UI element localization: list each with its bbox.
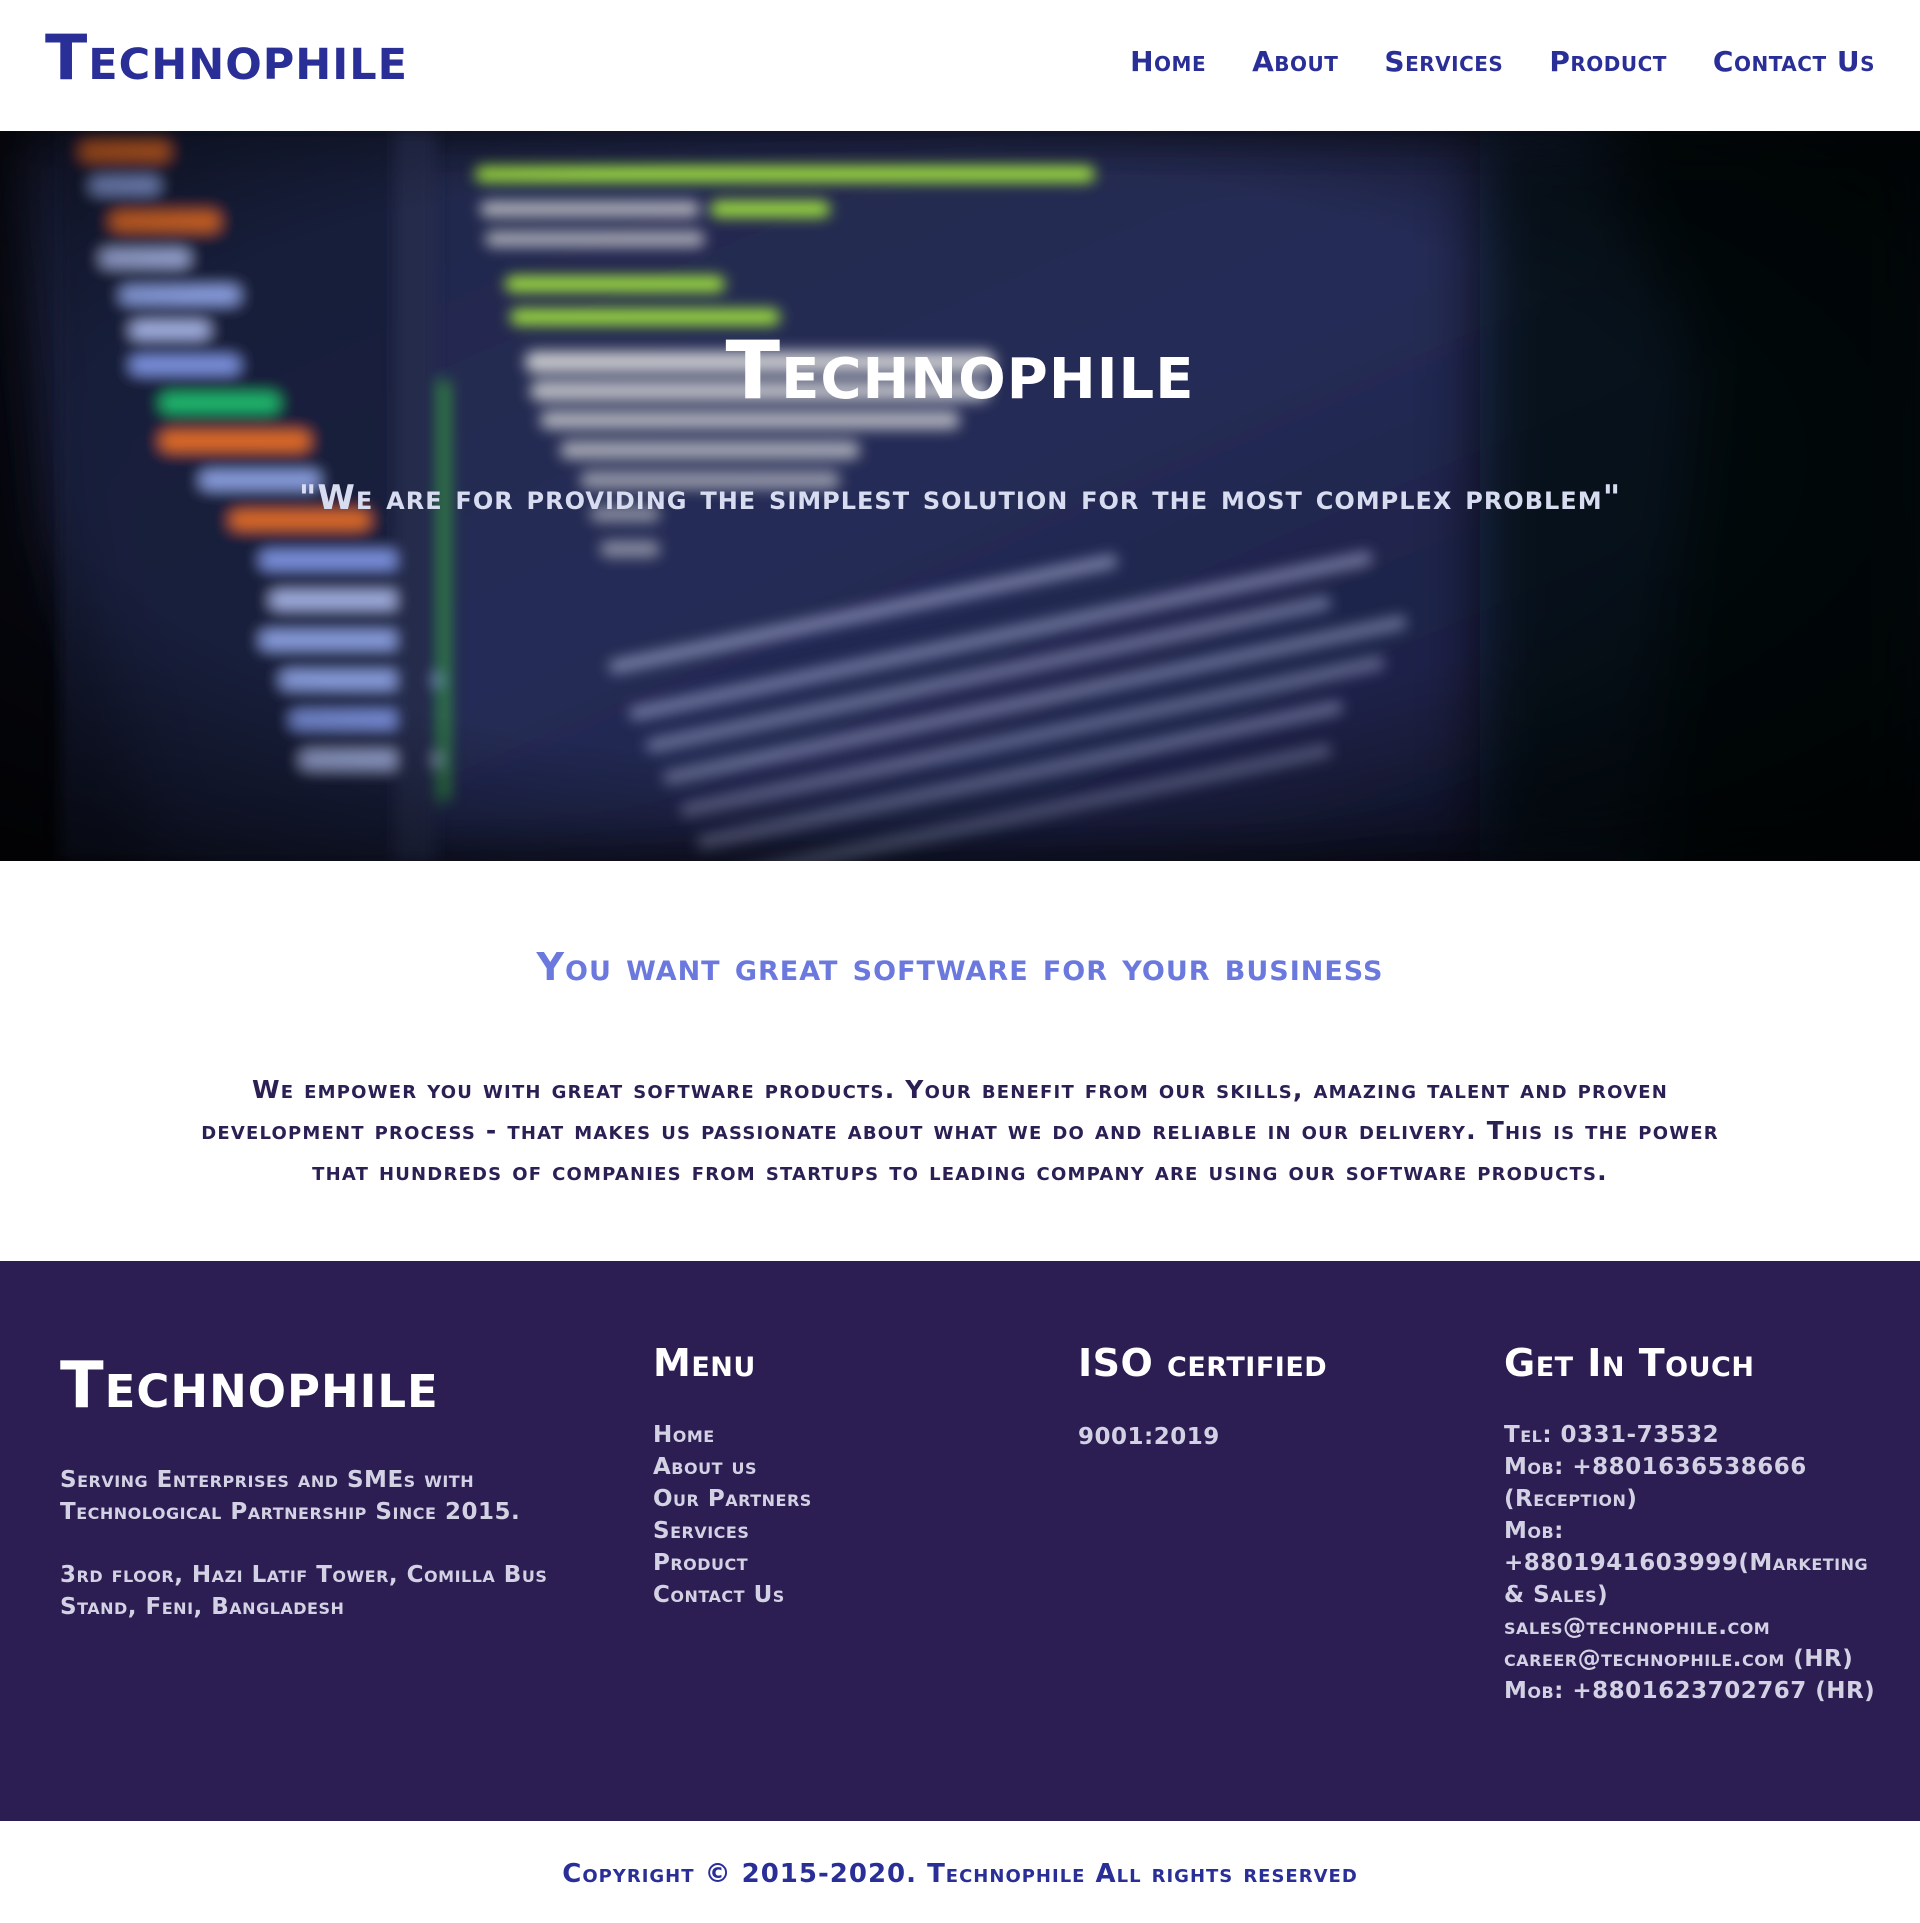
footer-contact-tel: Tel: 0331-73532 — [1504, 1422, 1720, 1448]
footer-serving-text: Serving Enterprises and SMEs with Techno… — [60, 1467, 521, 1525]
footer-brand: Technophile — [60, 1349, 439, 1423]
footer-contact-career-email[interactable]: career@technophile.com (HR) — [1504, 1643, 1884, 1675]
nav-services[interactable]: Services — [1384, 48, 1503, 76]
footer-contact-mob-sales: Mob: +8801941603999(Marketing & Sales) — [1504, 1518, 1869, 1608]
footer-contact-list: Tel: 0331-73532 Mob: +8801636538666 (Rec… — [1504, 1419, 1884, 1707]
footer-menu-item: Services — [653, 1515, 812, 1547]
brand-logo[interactable]: Technophile — [45, 27, 408, 89]
footer-link-about-us[interactable]: About us — [653, 1454, 757, 1480]
footer-contact-sales-email[interactable]: sales@technophile.com — [1504, 1611, 1884, 1643]
hero-title: Technophile — [725, 324, 1195, 417]
footer-menu: Home About us Our Partners Services Prod… — [653, 1419, 812, 1611]
footer-contact-mob-hr: Mob: +8801623702767 (HR) — [1504, 1678, 1876, 1704]
footer-contact-mob-reception: Mob: +8801636538666 (Reception) — [1504, 1454, 1807, 1512]
copyright-text: Copyright © 2015-2020. Technophile All r… — [562, 1859, 1358, 1889]
intro-paragraph: We empower you with great software produ… — [201, 1075, 1719, 1186]
footer-link-our-partners[interactable]: Our Partners — [653, 1486, 812, 1512]
site-footer: Technophile Serving Enterprises and SMEs… — [0, 1261, 1920, 1821]
footer-menu-heading: Menu — [653, 1341, 756, 1385]
footer-menu-item: About us — [653, 1451, 812, 1483]
hero-banner: Technophile "We are for providing the si… — [0, 131, 1920, 861]
footer-link-product[interactable]: Product — [653, 1550, 748, 1576]
footer-address: 3rd floor, Hazi Latif Tower, Comilla Bus… — [60, 1562, 548, 1620]
nav-home[interactable]: Home — [1130, 48, 1206, 76]
intro-heading: You want great software for your busines… — [536, 945, 1384, 989]
nav-contact-us[interactable]: Contact Us — [1713, 48, 1875, 76]
nav-about[interactable]: About — [1252, 48, 1338, 76]
footer-link-contact-us[interactable]: Contact Us — [653, 1582, 785, 1608]
nav-product[interactable]: Product — [1549, 48, 1667, 76]
footer-menu-item: Contact Us — [653, 1579, 812, 1611]
footer-menu-item: Home — [653, 1419, 812, 1451]
footer-link-services[interactable]: Services — [653, 1518, 749, 1544]
footer-iso-value: 9001:2019 — [1078, 1424, 1220, 1450]
footer-contact-heading: Get In Touch — [1504, 1341, 1755, 1385]
site-header: Technophile Home About Services Product … — [0, 0, 1920, 131]
footer-link-home[interactable]: Home — [653, 1422, 715, 1448]
footer-menu-item: Our Partners — [653, 1483, 812, 1515]
main-nav: Home About Services Product Contact Us — [1130, 48, 1875, 76]
footer-iso-heading: ISO certified — [1078, 1341, 1328, 1385]
footer-menu-item: Product — [653, 1547, 812, 1579]
hero-tagline: "We are for providing the simplest solut… — [298, 478, 1622, 518]
